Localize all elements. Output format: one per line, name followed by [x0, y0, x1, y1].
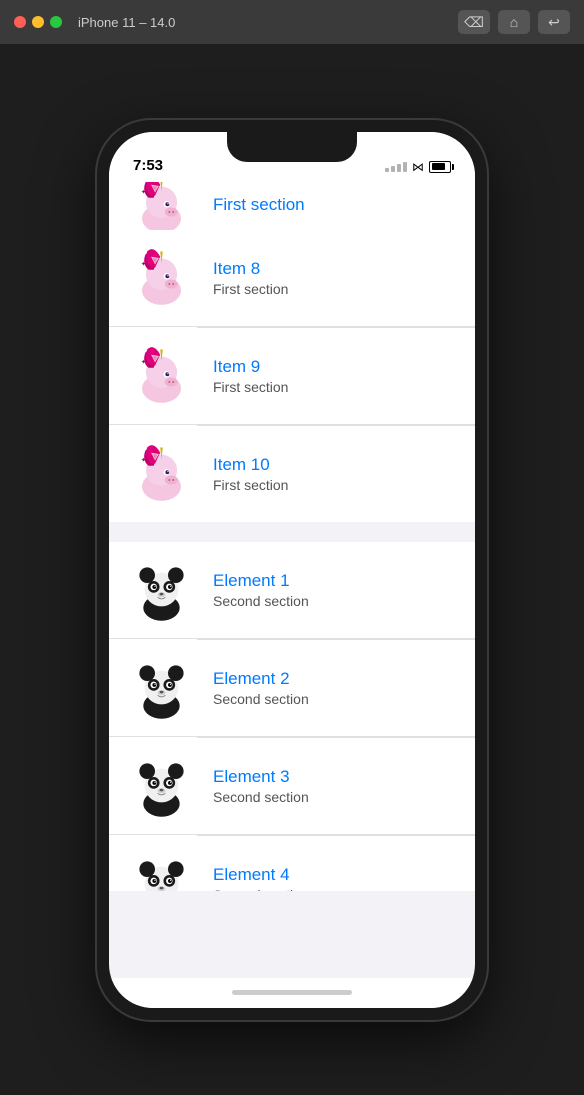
status-right-icons: ⋈	[385, 160, 451, 174]
item-subtitle: First section	[213, 477, 288, 493]
list-item[interactable]: ✦ ✦	[109, 426, 475, 522]
battery-icon	[429, 161, 451, 173]
item-title: Item 10	[213, 455, 288, 475]
status-time: 7:53	[133, 157, 163, 174]
scroll-content: ✦ ✦	[109, 182, 475, 978]
unicorn-icon: ✦ ✦	[125, 340, 197, 412]
item-subtitle: First section	[213, 379, 288, 395]
item-text: Element 2 Second section	[213, 669, 309, 707]
home-indicator[interactable]	[109, 978, 475, 1008]
item-title: First section	[213, 195, 305, 215]
svg-text:✦: ✦	[144, 450, 148, 455]
wifi-icon: ⋈	[412, 160, 424, 174]
minimize-button[interactable]	[32, 16, 44, 28]
item-title: Item 8	[213, 259, 288, 279]
item-title: Element 4	[213, 865, 309, 885]
item-text: Element 4 Second section	[213, 865, 309, 891]
section-gap	[109, 532, 475, 542]
item-subtitle: Second section	[213, 789, 309, 805]
item-text: Element 1 Second section	[213, 571, 309, 609]
partial-top-item: ✦ ✦	[109, 182, 475, 230]
item-text: First section	[213, 195, 305, 217]
item-subtitle: First section	[213, 281, 288, 297]
unicorn-icon: ✦ ✦	[125, 182, 197, 230]
item-subtitle: Second section	[213, 593, 309, 609]
maximize-button[interactable]	[50, 16, 62, 28]
item-text: Element 3 Second section	[213, 767, 309, 805]
rotate-button[interactable]: ↩	[538, 10, 570, 34]
list-item[interactable]: Element 1 Second section	[109, 542, 475, 639]
phone-wrapper: 7:53 ⋈	[97, 44, 487, 1095]
item-text: Item 8 First section	[213, 259, 288, 297]
svg-text:✦: ✦	[140, 456, 146, 464]
status-bar: 7:53 ⋈	[109, 132, 475, 182]
svg-text:✦: ✦	[144, 182, 148, 187]
item-title: Element 1	[213, 571, 309, 591]
close-button[interactable]	[14, 16, 26, 28]
panda-icon	[125, 554, 197, 626]
second-section-block: Element 1 Second section	[109, 542, 475, 891]
svg-text:✦: ✦	[140, 260, 146, 268]
traffic-lights	[14, 16, 62, 28]
unicorn-icon: ✦ ✦	[125, 242, 197, 314]
list-item[interactable]: Element 2 Second section	[109, 640, 475, 737]
phone-screen: 7:53 ⋈	[109, 132, 475, 1008]
item-title: Element 3	[213, 767, 309, 787]
item-title: Element 2	[213, 669, 309, 689]
panda-icon	[125, 848, 197, 891]
panda-icon	[125, 652, 197, 724]
item-subtitle: Second section	[213, 887, 309, 891]
panda-icon	[125, 750, 197, 822]
list-item[interactable]: ✦ ✦	[109, 182, 475, 230]
partial-bottom-item: Element 4 Second section	[109, 836, 475, 891]
list-item[interactable]: ✦ ✦	[109, 328, 475, 425]
item-title: Item 9	[213, 357, 288, 377]
toolbar-icons: ⌫ ⌂ ↩	[458, 10, 570, 34]
unicorn-icon: ✦ ✦	[125, 438, 197, 510]
home-button[interactable]: ⌂	[498, 10, 530, 34]
svg-text:✦: ✦	[144, 254, 148, 259]
list-item[interactable]: Element 4 Second section	[109, 836, 475, 891]
home-bar	[232, 990, 352, 995]
device-name: iPhone 11 – 14.0	[78, 15, 450, 30]
signal-icon	[385, 162, 407, 172]
first-section-block: ✦ ✦	[109, 182, 475, 522]
item-text: Item 9 First section	[213, 357, 288, 395]
phone-frame: 7:53 ⋈	[97, 120, 487, 1020]
list-item[interactable]: Element 3 Second section	[109, 738, 475, 835]
list-item[interactable]: ✦ ✦	[109, 230, 475, 327]
svg-text:✦: ✦	[140, 188, 146, 196]
notch	[227, 132, 357, 162]
mac-toolbar: iPhone 11 – 14.0 ⌫ ⌂ ↩	[0, 0, 584, 44]
item-subtitle: Second section	[213, 691, 309, 707]
svg-text:✦: ✦	[140, 358, 146, 366]
svg-text:✦: ✦	[144, 352, 148, 357]
screenshot-button[interactable]: ⌫	[458, 10, 490, 34]
item-text: Item 10 First section	[213, 455, 288, 493]
